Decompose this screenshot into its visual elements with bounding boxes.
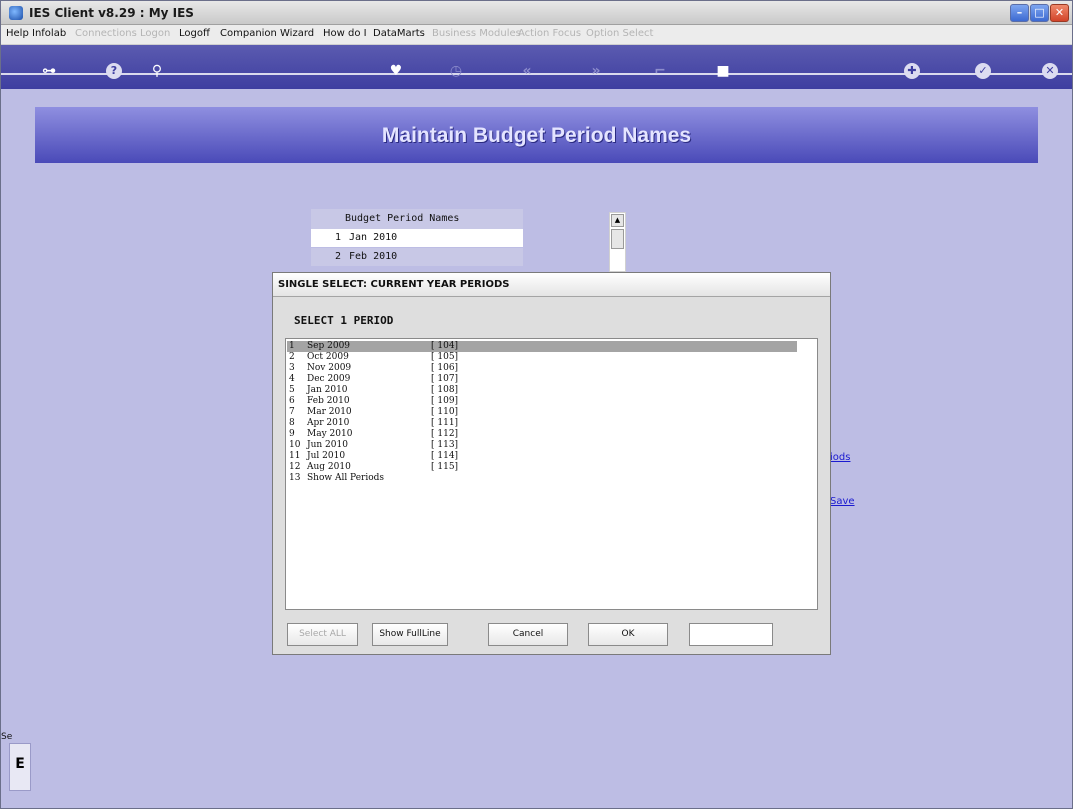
list-item[interactable]: 9 May 2010[ 112] <box>287 429 797 440</box>
side-box[interactable]: E <box>9 743 31 791</box>
page-banner: Maintain Budget Period Names <box>35 107 1038 163</box>
key-icon[interactable]: ⊶ <box>39 61 59 81</box>
budget-list-scrollbar[interactable]: ▲ <box>609 212 626 272</box>
menu-business-modules[interactable]: Business Modules <box>432 28 521 39</box>
list-item[interactable]: 10 Jun 2010[ 113] <box>287 440 797 451</box>
app-icon <box>9 6 23 20</box>
square-icon[interactable]: ■ <box>713 61 733 81</box>
scroll-thumb[interactable] <box>611 229 624 249</box>
list-item[interactable]: 3 Nov 2009[ 106] <box>287 363 797 374</box>
list-item[interactable]: 11 Jul 2010[ 114] <box>287 451 797 462</box>
menu-help[interactable]: Help <box>6 28 29 39</box>
list-item[interactable]: 5 Jan 2010[ 108] <box>287 385 797 396</box>
title-bar: IES Client v8.29 : My IES – □ ✕ <box>1 1 1072 25</box>
minimize-button[interactable]: – <box>1010 4 1029 22</box>
page-title: Maintain Budget Period Names <box>381 124 692 147</box>
save-link[interactable]: Save <box>830 496 855 507</box>
menu-wizard[interactable]: Wizard <box>280 28 314 39</box>
scroll-up-icon[interactable]: ▲ <box>611 214 624 227</box>
close-window-button[interactable]: ✕ <box>1050 4 1069 22</box>
budget-list-header: Budget Period Names <box>311 209 523 229</box>
list-item[interactable]: 12 Aug 2010[ 115] <box>287 462 797 473</box>
menu-connections[interactable]: Connections <box>75 28 137 39</box>
menu-action-focus[interactable]: Action Focus <box>518 28 581 39</box>
list-item[interactable]: 2 Feb 2010 <box>311 248 523 266</box>
menu-bar: Help Infolab Connections Logon Logoff Co… <box>1 25 1072 45</box>
list-item[interactable]: 2 Oct 2009[ 105] <box>287 352 797 363</box>
selection-input[interactable] <box>689 623 773 646</box>
menu-logon[interactable]: Logon <box>140 28 170 39</box>
target-icon[interactable]: ✚ <box>904 63 920 79</box>
cancel-button[interactable]: Cancel <box>488 623 568 646</box>
fast-forward-icon[interactable]: » <box>586 61 606 81</box>
menu-companion[interactable]: Companion <box>220 28 277 39</box>
list-item[interactable]: 4 Dec 2009[ 107] <box>287 374 797 385</box>
select-all-button[interactable]: Select ALL <box>287 623 358 646</box>
dialog-title-bar: SINGLE SELECT: CURRENT YEAR PERIODS <box>273 273 830 297</box>
list-item[interactable]: 1 Sep 2009[ 104] <box>287 341 797 352</box>
list-item[interactable]: 13 Show All Periods <box>287 473 797 484</box>
toolbar: ⊶ ? ⚲ ♥ ◷ « » ⌐ ■ ✚ ✓ ✕ <box>1 45 1072 89</box>
clock-icon[interactable]: ◷ <box>446 61 466 81</box>
ok-button[interactable]: OK <box>588 623 668 646</box>
list-item[interactable]: 1 Jan 2010 <box>311 229 523 247</box>
list-item[interactable]: 7 Mar 2010[ 110] <box>287 407 797 418</box>
tag-icon[interactable]: ⌐ <box>650 61 670 81</box>
menu-how-do-i[interactable]: How do I <box>323 28 367 39</box>
maximize-button[interactable]: □ <box>1030 4 1049 22</box>
show-full-line-button[interactable]: Show FullLine <box>372 623 448 646</box>
app-window: IES Client v8.29 : My IES – □ ✕ Help Inf… <box>0 0 1073 809</box>
side-label: Se <box>1 732 13 742</box>
periods-link[interactable]: iods <box>830 452 850 463</box>
single-select-dialog: SINGLE SELECT: CURRENT YEAR PERIODS SELE… <box>272 272 831 655</box>
dialog-title: SINGLE SELECT: CURRENT YEAR PERIODS <box>278 279 510 290</box>
menu-infolab[interactable]: Infolab <box>32 28 66 39</box>
search-icon[interactable]: ⚲ <box>147 61 167 81</box>
list-item[interactable]: 6 Feb 2010[ 109] <box>287 396 797 407</box>
check-icon[interactable]: ✓ <box>975 63 991 79</box>
close-icon[interactable]: ✕ <box>1042 63 1058 79</box>
help-icon[interactable]: ? <box>106 63 122 79</box>
menu-logoff[interactable]: Logoff <box>179 28 210 39</box>
dialog-subtitle: SELECT 1 PERIOD <box>294 314 394 327</box>
period-listbox[interactable]: 1 Sep 2009[ 104] 2 Oct 2009[ 105] 3 Nov 200… <box>285 338 818 610</box>
heart-icon[interactable]: ♥ <box>386 61 406 81</box>
window-title: IES Client v8.29 : My IES <box>29 6 194 20</box>
rewind-icon[interactable]: « <box>517 61 537 81</box>
menu-datamarts[interactable]: DataMarts <box>373 28 425 39</box>
menu-option-select[interactable]: Option Select <box>586 28 653 39</box>
budget-period-list: Budget Period Names 1 Jan 2010 2 Feb 2010 <box>311 209 523 271</box>
list-item[interactable]: 8 Apr 2010[ 111] <box>287 418 797 429</box>
